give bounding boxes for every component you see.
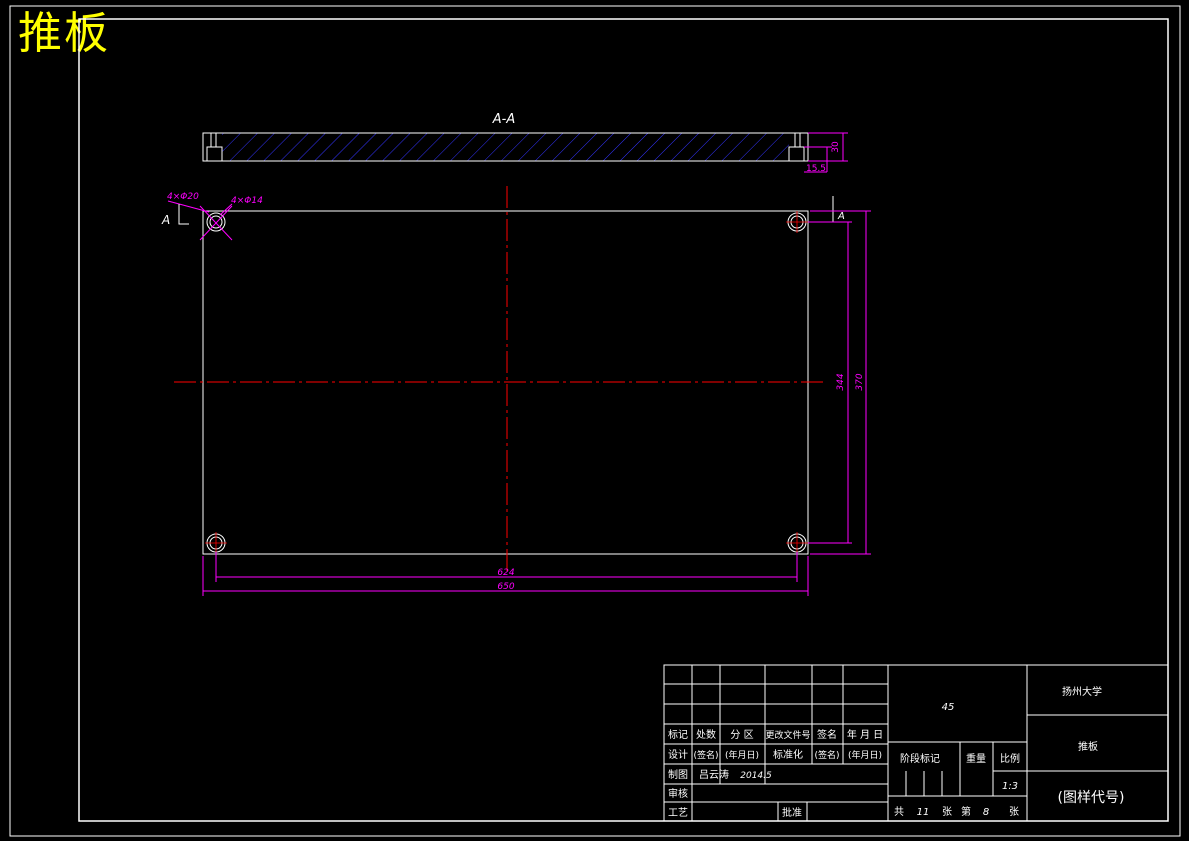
title-block-text: 标记 处数 分 区 更改文件号 签名 年 月 日 设计 (签名) (年月日) 标… <box>668 685 1124 819</box>
tb-draw-label: 制图 <box>668 768 688 781</box>
tb-design-4: (签名) <box>814 749 839 761</box>
dim-height-total: 370 <box>855 373 865 390</box>
tb-sheet-total-prefix: 共 <box>894 806 904 818</box>
cad-drawing: A-A 30 15.5 4×Φ20 4×Φ14 A A 624 650 344 … <box>9 5 1181 837</box>
tb-design-3: 标准化 <box>773 748 803 761</box>
hole-bottom-right <box>786 532 808 554</box>
section-hatch <box>222 133 789 161</box>
hole-bottom-left <box>205 532 227 554</box>
tb-drawing-no: (图样代号) <box>1058 790 1125 806</box>
dim-height-holes: 344 <box>836 373 846 390</box>
tb-header-3: 更改文件号 <box>765 729 810 741</box>
section-mark-right: A <box>837 211 845 222</box>
tb-sheet-total: 11 <box>917 807 930 818</box>
tb-design-5: (年月日) <box>848 749 882 761</box>
tb-check-label: 审核 <box>668 787 688 800</box>
tb-header-1: 处数 <box>696 728 716 741</box>
plan-view: 4×Φ20 4×Φ14 A A 624 650 344 370 <box>161 186 871 596</box>
section-arrow-left <box>178 204 189 225</box>
section-label: A-A <box>492 112 515 127</box>
tb-process-label: 工艺 <box>668 807 688 819</box>
tb-draw-name: 吕云涛 <box>699 768 729 781</box>
tb-header-2: 分 区 <box>730 729 753 741</box>
dim-step: 15.5 <box>806 164 826 174</box>
tb-design-0: 设计 <box>668 748 688 761</box>
section-view: A-A 30 15.5 <box>202 112 848 174</box>
hole-top-right <box>786 211 808 233</box>
hole-leader-outer <box>167 200 210 213</box>
section-arrow-right <box>822 196 834 223</box>
section-mark-left: A <box>161 213 170 227</box>
dim-width-holes: 624 <box>497 568 514 578</box>
tb-weight-label: 重量 <box>966 752 986 765</box>
hole-label-inner: 4×Φ14 <box>231 196 263 206</box>
tb-sheet-no-suffix: 张 <box>1009 806 1019 818</box>
tb-part-name: 推板 <box>1078 740 1098 753</box>
hole-label-outer: 4×Φ20 <box>167 192 199 202</box>
tb-header-0: 标记 <box>668 729 688 741</box>
tb-approve-label: 批准 <box>782 806 802 819</box>
tb-scale-label: 比例 <box>1000 752 1020 765</box>
dim-width-total: 650 <box>497 582 514 592</box>
tb-sheet-no: 8 <box>983 807 989 818</box>
tb-design-1: (签名) <box>693 749 718 761</box>
tb-header-5: 年 月 日 <box>847 728 883 741</box>
dim-thickness: 30 <box>831 141 841 153</box>
tb-sheet-no-prefix: 第 <box>961 805 971 818</box>
tb-scale-value: 1:3 <box>1002 781 1018 792</box>
tb-material: 45 <box>942 702 955 713</box>
tb-school: 扬州大学 <box>1062 685 1102 698</box>
tb-draw-date: 2014.5 <box>740 771 772 781</box>
tb-stage-label: 阶段标记 <box>900 752 940 765</box>
outer-frame <box>9 5 1181 837</box>
tb-sheet-total-suffix: 张 <box>942 806 952 818</box>
tb-design-2: (年月日) <box>725 749 759 761</box>
tb-header-4: 签名 <box>817 728 837 741</box>
